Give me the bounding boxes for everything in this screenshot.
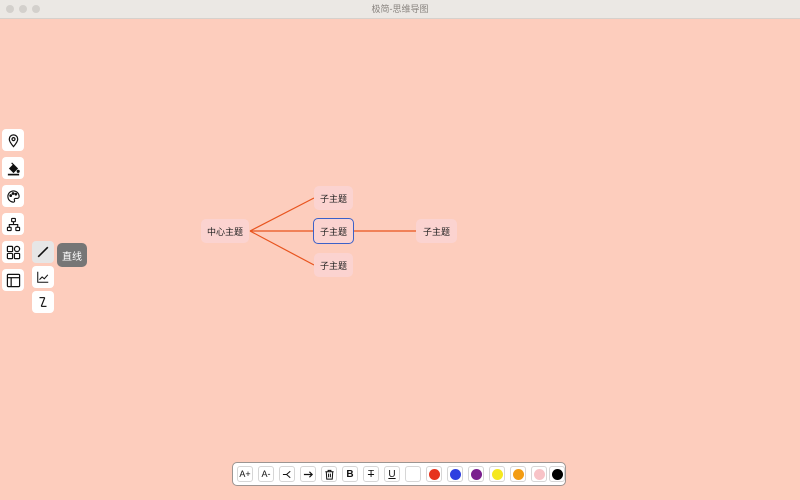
arrow-right-icon bbox=[303, 470, 313, 478]
color-dot bbox=[512, 468, 524, 480]
subtopic-label: 子主题 bbox=[319, 193, 347, 204]
bold-icon: B bbox=[346, 468, 354, 480]
panel-layout-icon bbox=[6, 273, 20, 287]
color-dot bbox=[533, 468, 545, 480]
app-window: 极简-思维导图 中心主题 子主题 子主题 子主题 子主题 直线 A+ A- B … bbox=[0, 0, 800, 500]
subtopic-node-2-selected[interactable]: 子主题 bbox=[313, 218, 354, 244]
color-swatch-yellow[interactable] bbox=[489, 466, 505, 482]
color-swatch-purple[interactable] bbox=[468, 466, 484, 482]
grandchild-topic-node[interactable]: 子主题 bbox=[416, 219, 457, 243]
subtopic-node-3[interactable]: 子主题 bbox=[314, 253, 353, 277]
color-swatch-pink[interactable] bbox=[531, 466, 547, 482]
color-dot bbox=[491, 468, 503, 480]
connector-center-child-3 bbox=[249, 230, 315, 266]
color-swatch-white[interactable] bbox=[405, 466, 421, 482]
subtopic-label: 子主题 bbox=[422, 226, 450, 237]
hierarchy-icon bbox=[6, 217, 20, 231]
curve-line-icon bbox=[37, 271, 49, 283]
strikethrough-icon: T bbox=[367, 468, 375, 480]
strikethrough-button[interactable]: T bbox=[363, 466, 379, 482]
grid-layout-icon bbox=[6, 245, 20, 259]
connector-center-child-1 bbox=[249, 197, 315, 232]
color-dot bbox=[551, 468, 563, 480]
underline-button[interactable]: U bbox=[384, 466, 400, 482]
line-style-tooltip: 直线 bbox=[57, 243, 87, 267]
color-swatch-orange[interactable] bbox=[510, 466, 526, 482]
location-pin-icon bbox=[8, 133, 18, 148]
line-style-straight-button[interactable] bbox=[32, 241, 54, 263]
straight-line-icon bbox=[37, 246, 49, 258]
fill-bucket-icon bbox=[7, 161, 20, 175]
location-pin-button[interactable] bbox=[2, 129, 24, 151]
add-branch-button[interactable] bbox=[279, 466, 295, 482]
center-topic-node[interactable]: 中心主题 bbox=[201, 219, 249, 243]
underline-icon: U bbox=[388, 468, 396, 480]
fill-color-button[interactable] bbox=[2, 157, 24, 179]
line-style-elbow-button[interactable] bbox=[32, 291, 54, 313]
branch-icon bbox=[282, 470, 291, 478]
color-swatch-black[interactable] bbox=[549, 466, 565, 482]
delete-node-button[interactable] bbox=[321, 466, 337, 482]
elbow-line-icon bbox=[39, 297, 47, 307]
format-toolbar: A+ A- B T U bbox=[232, 462, 566, 486]
color-swatch-red[interactable] bbox=[426, 466, 442, 482]
theme-palette-button[interactable] bbox=[2, 185, 24, 207]
mindmap-canvas[interactable]: 中心主题 子主题 子主题 子主题 子主题 直线 A+ A- B T U bbox=[0, 19, 800, 500]
subtopic-label: 子主题 bbox=[319, 226, 347, 237]
layout-button[interactable] bbox=[2, 241, 24, 263]
title-bar: 极简-思维导图 bbox=[0, 0, 800, 19]
connector-lines bbox=[249, 197, 416, 266]
font-decrease-button[interactable]: A- bbox=[258, 466, 274, 482]
font-increase-button[interactable]: A+ bbox=[237, 466, 253, 482]
add-relation-button[interactable] bbox=[300, 466, 316, 482]
palette-icon bbox=[6, 189, 20, 203]
subtopic-label: 子主题 bbox=[319, 260, 347, 271]
line-style-curve-button[interactable] bbox=[32, 266, 54, 288]
font-increase-icon: A+ bbox=[239, 469, 251, 479]
color-dot bbox=[470, 468, 482, 480]
color-dot bbox=[428, 468, 440, 480]
color-swatch-blue[interactable] bbox=[447, 466, 463, 482]
panel-button[interactable] bbox=[2, 269, 24, 291]
subtopic-node-1[interactable]: 子主题 bbox=[314, 186, 353, 210]
structure-button[interactable] bbox=[2, 213, 24, 235]
center-topic-label: 中心主题 bbox=[206, 226, 243, 237]
color-dot bbox=[407, 468, 419, 480]
font-decrease-icon: A- bbox=[261, 469, 271, 479]
trash-icon bbox=[324, 469, 334, 480]
window-title: 极简-思维导图 bbox=[371, 4, 429, 14]
bold-button[interactable]: B bbox=[342, 466, 358, 482]
color-dot bbox=[449, 468, 461, 480]
